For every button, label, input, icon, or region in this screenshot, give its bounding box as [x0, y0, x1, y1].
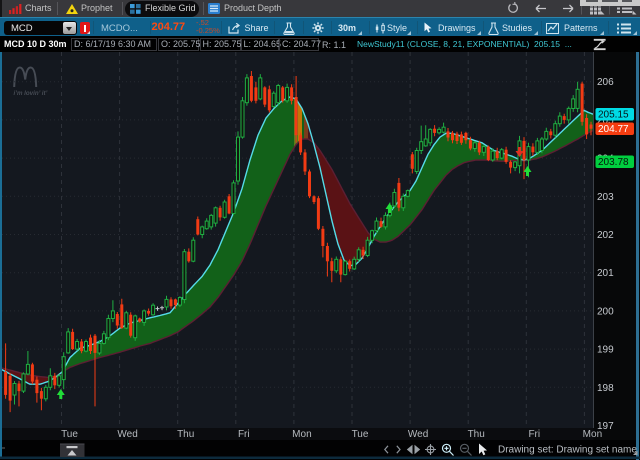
svg-text:201: 201 — [597, 268, 614, 279]
svg-text:200: 200 — [597, 306, 614, 317]
svg-text:206: 206 — [597, 77, 614, 88]
svg-text:Wed: Wed — [408, 429, 428, 440]
svg-text:204.77: 204.77 — [598, 124, 629, 135]
svg-text:Fri: Fri — [238, 429, 250, 440]
svg-text:Wed: Wed — [117, 429, 137, 440]
svg-text:Drawing set: Drawing set name: Drawing set: Drawing set name — [498, 445, 637, 456]
svg-text:202: 202 — [597, 230, 614, 241]
svg-text:i’m lovin’ it’: i’m lovin’ it’ — [14, 90, 48, 97]
svg-text:Mon: Mon — [583, 429, 602, 440]
svg-text:Mon: Mon — [292, 429, 311, 440]
svg-text:Tue: Tue — [61, 429, 78, 440]
svg-text:Thu: Thu — [468, 429, 485, 440]
svg-text:Fri: Fri — [528, 429, 540, 440]
svg-text:199: 199 — [597, 345, 614, 356]
svg-text:205.15: 205.15 — [598, 110, 629, 121]
svg-text:Tue: Tue — [352, 429, 369, 440]
svg-text:Thu: Thu — [177, 429, 194, 440]
svg-text:203.78: 203.78 — [598, 157, 629, 168]
svg-text:198: 198 — [597, 383, 614, 394]
svg-text:203: 203 — [597, 192, 614, 203]
